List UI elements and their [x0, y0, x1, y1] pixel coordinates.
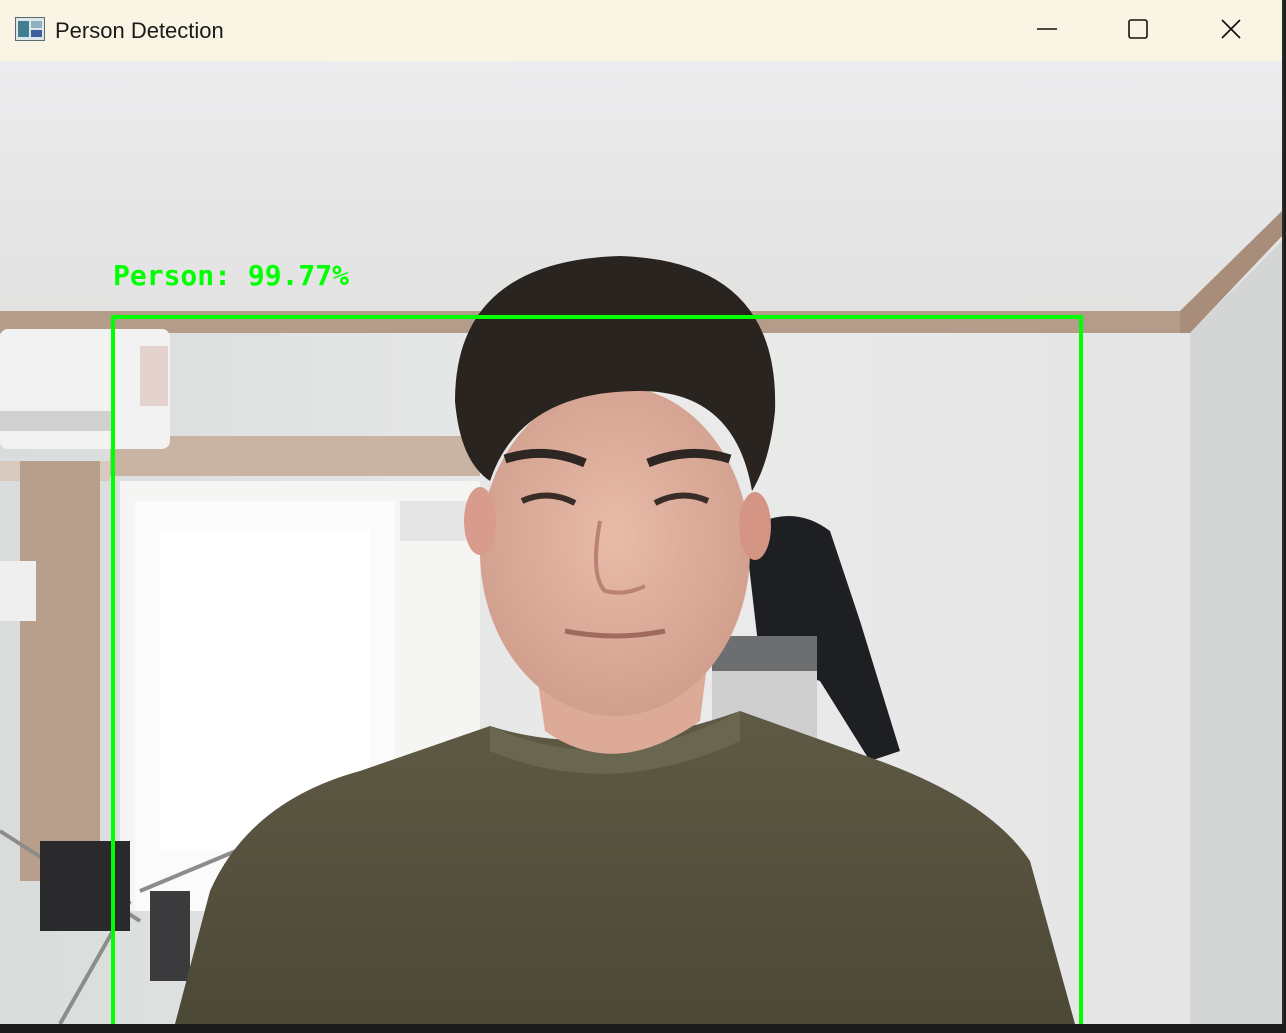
app-icon	[15, 17, 45, 41]
minimize-icon	[1037, 28, 1057, 30]
close-icon	[1221, 19, 1241, 39]
minimize-button[interactable]	[1002, 0, 1092, 58]
title-bar[interactable]: Person Detection	[0, 0, 1282, 61]
close-button[interactable]	[1186, 0, 1276, 58]
app-window: Person Detection Person: 99.77%	[0, 0, 1284, 1024]
camera-feed: Person: 99.77%	[0, 61, 1282, 1024]
window-title: Person Detection	[55, 18, 224, 43]
maximize-icon	[1128, 19, 1148, 39]
detection-bounding-box	[111, 315, 1083, 1024]
maximize-button[interactable]	[1093, 0, 1183, 58]
detection-label: Person: 99.77%	[113, 259, 350, 292]
